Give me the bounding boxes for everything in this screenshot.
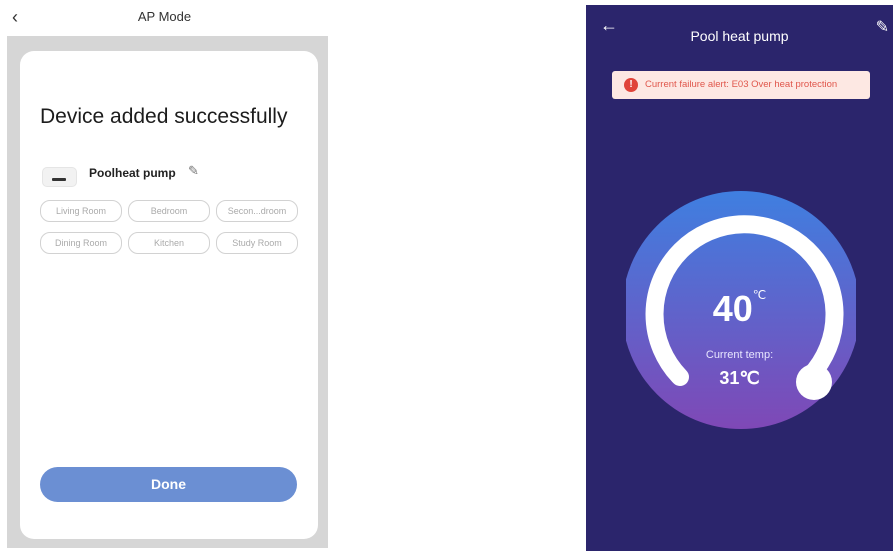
device-thumbnail-icon bbox=[42, 167, 77, 187]
ap-mode-screen: ‹ AP Mode Device added successfully Pool… bbox=[0, 0, 329, 551]
set-temperature-value: 40 bbox=[712, 288, 753, 329]
success-message: Device added successfully bbox=[40, 105, 288, 128]
room-chip-second-bedroom[interactable]: Secon...droom bbox=[216, 200, 298, 222]
room-chip-living-room[interactable]: Living Room bbox=[40, 200, 122, 222]
device-name[interactable]: Poolheat pump bbox=[89, 166, 176, 180]
current-temp-label: Current temp: bbox=[705, 349, 774, 361]
screen-title: Pool heat pump bbox=[690, 28, 789, 44]
room-chip-kitchen[interactable]: Kitchen bbox=[128, 232, 210, 254]
room-chip-study-room[interactable]: Study Room bbox=[216, 232, 298, 254]
page-title: AP Mode bbox=[137, 9, 192, 24]
device-name-rest: heat pump bbox=[115, 166, 176, 180]
current-temp-value: 31℃ bbox=[719, 368, 760, 388]
done-button[interactable]: Done bbox=[40, 467, 297, 502]
room-chip-dining-room[interactable]: Dining Room bbox=[40, 232, 122, 254]
alert-exclamation-icon: ! bbox=[624, 78, 638, 92]
device-name-bold: Pool bbox=[89, 166, 115, 180]
room-chip-bedroom[interactable]: Bedroom bbox=[128, 200, 210, 222]
set-temperature-unit: ℃ bbox=[752, 288, 767, 302]
edit-pencil-icon[interactable]: ✎ bbox=[188, 163, 199, 179]
set-temperature: 40℃ bbox=[586, 288, 893, 330]
edit-pencil-icon[interactable]: ✎ bbox=[876, 17, 889, 37]
alert-text: Current failure alert: E03 Over heat pro… bbox=[645, 79, 838, 90]
ap-mode-header: ‹ AP Mode bbox=[0, 0, 329, 36]
failure-alert-banner[interactable]: ! Current failure alert: E03 Over heat p… bbox=[612, 71, 870, 99]
heat-pump-screen: ← Pool heat pump ✎ ! Current failure ale… bbox=[586, 5, 893, 551]
